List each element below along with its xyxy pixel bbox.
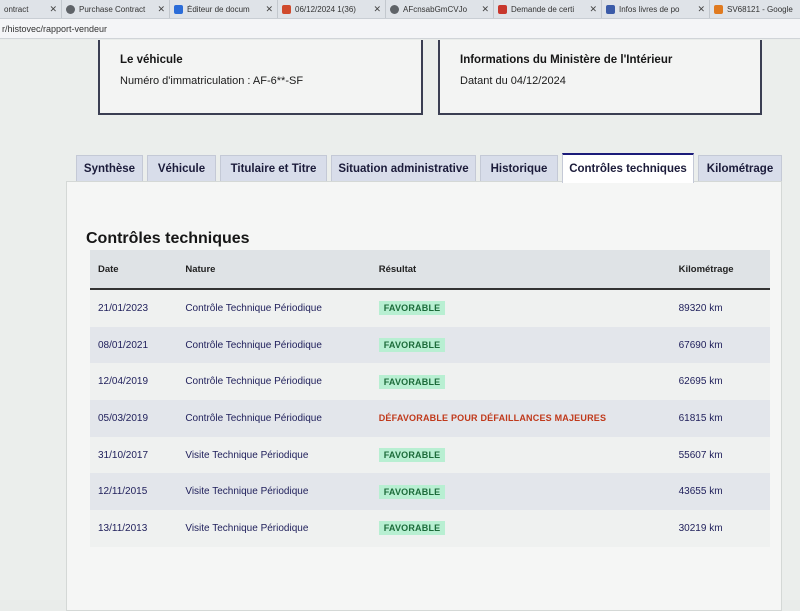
cell-nature: Contrôle Technique Périodique [185,326,379,364]
globe-icon [390,4,399,14]
result-badge: FAVORABLE [378,521,446,536]
browser-tab[interactable]: AFcnsabGmCVJo ✕ [386,0,494,18]
browser-tab-title: Purchase Contract [79,4,146,14]
browser-tab-title: Infos livres de po [619,4,680,14]
tab-historique[interactable]: Historique [480,155,558,181]
browser-tab[interactable]: Infos livres de po ✕ [602,0,710,18]
browser-tab-title: Éditeur de docum [187,4,250,14]
browser-tab-title: Demande de certi [511,4,575,14]
cell-date: 05/03/2019 [90,400,186,437]
cell-nature: Visite Technique Périodique [185,510,379,547]
ministry-data-date: Datant du 04/12/2024 [460,75,566,87]
cell-nature: Visite Technique Périodique [185,473,379,511]
close-tab-icon[interactable]: ✕ [589,4,597,15]
cell-date: 12/04/2019 [90,363,186,401]
cell-date: 12/11/2015 [90,473,186,511]
ministry-info-box: Informations du Ministère de l'Intérieur… [438,40,762,115]
table-row: 31/10/2017 Visite Technique Périodique F… [90,436,770,474]
section-title: Contrôles techniques [86,230,250,247]
browser-tab[interactable]: Purchase Contract ✕ [62,0,170,18]
column-header-date: Date [90,250,186,290]
globe-icon [66,4,75,14]
cell-date: 31/10/2017 [90,436,186,474]
address-bar[interactable]: r/histovec/rapport-vendeur [0,19,800,39]
result-badge: FAVORABLE [378,338,446,353]
result-badge: FAVORABLE [378,448,446,463]
flag-icon [498,4,507,14]
tab-kilometrage[interactable]: Kilométrage [698,155,782,181]
cell-nature: Contrôle Technique Périodique [185,289,379,327]
drive-icon [282,4,291,14]
table-row: 13/11/2013 Visite Technique Périodique F… [90,510,770,547]
table-header-row: Date Nature Résultat Kilométrage [90,250,770,290]
browser-tab-title: SV68121 - Google [727,4,793,14]
browser-tab-title: ontract [4,4,29,14]
browser-tab[interactable]: Éditeur de docum ✕ [170,0,278,18]
result-badge: FAVORABLE [378,301,446,316]
ministry-box-title: Informations du Ministère de l'Intérieur [460,54,673,66]
close-tab-icon[interactable]: ✕ [697,4,705,15]
close-tab-icon[interactable]: ✕ [481,4,489,15]
table-row: 08/01/2021 Contrôle Technique Périodique… [90,326,770,364]
tab-controles-techniques[interactable]: Contrôles techniques [562,153,694,183]
result-badge-unfavorable: DÉFAVORABLE POUR DÉFAILLANCES MAJEURES [378,413,607,424]
document-icon [174,4,183,14]
registration-number: Numéro d'immatriculation : AF-6**-SF [120,75,304,87]
browser-tab[interactable]: SV68121 - Google [710,0,800,18]
vehicle-info-box: Le véhicule Numéro d'immatriculation : A… [98,40,423,115]
flag-icon [606,4,615,14]
cell-km: 30219 km [678,510,770,547]
drive-icon [714,4,723,14]
url-text: r/histovec/rapport-vendeur [2,23,108,34]
cell-date: 21/01/2023 [90,289,186,327]
cell-km: 89320 km [678,289,770,327]
close-tab-icon[interactable]: ✕ [157,4,165,15]
cell-nature: Visite Technique Périodique [185,436,379,474]
cell-km: 61815 km [678,400,770,437]
browser-tab[interactable]: ontract ✕ [0,0,62,18]
tab-vehicule[interactable]: Véhicule [147,155,216,181]
page-body: Le véhicule Numéro d'immatriculation : A… [0,40,800,611]
table-row: 12/11/2015 Visite Technique Périodique F… [90,473,770,511]
cell-km: 55607 km [678,436,770,474]
close-tab-icon[interactable]: ✕ [373,4,381,15]
table-row: 21/01/2023 Contrôle Technique Périodique… [90,289,770,327]
cell-km: 62695 km [678,363,770,401]
cell-km: 67690 km [678,326,770,364]
browser-tab-title: AFcnsabGmCVJo [403,4,468,14]
result-badge: FAVORABLE [378,374,446,389]
vehicle-box-title: Le véhicule [120,54,183,66]
tab-situation-administrative[interactable]: Situation administrative [331,155,476,181]
cell-date: 13/11/2013 [90,510,186,547]
cell-nature: Contrôle Technique Périodique [185,400,379,437]
tab-titulaire-titre[interactable]: Titulaire et Titre [220,155,327,181]
close-tab-icon[interactable]: ✕ [49,4,57,15]
browser-tab-strip: ontract ✕ Purchase Contract ✕ Éditeur de… [0,0,800,19]
column-header-nature: Nature [185,250,379,290]
result-badge: FAVORABLE [378,484,446,499]
table-row: 05/03/2019 Contrôle Technique Périodique… [90,400,770,437]
cell-date: 08/01/2021 [90,326,186,364]
cell-km: 43655 km [678,473,770,511]
table-row: 12/04/2019 Contrôle Technique Périodique… [90,363,770,401]
browser-tab[interactable]: 06/12/2024 1(36) ✕ [278,0,386,18]
tab-synthese[interactable]: Synthèse [76,155,143,181]
browser-tab[interactable]: Demande de certi ✕ [494,0,602,18]
cell-nature: Contrôle Technique Périodique [185,363,379,401]
column-header-km: Kilométrage [678,250,770,290]
column-header-result: Résultat [378,250,679,290]
technical-inspections-table: Date Nature Résultat Kilométrage 21/01/2… [90,250,770,547]
close-tab-icon[interactable]: ✕ [265,4,273,15]
browser-tab-title: 06/12/2024 1(36) [295,4,356,14]
